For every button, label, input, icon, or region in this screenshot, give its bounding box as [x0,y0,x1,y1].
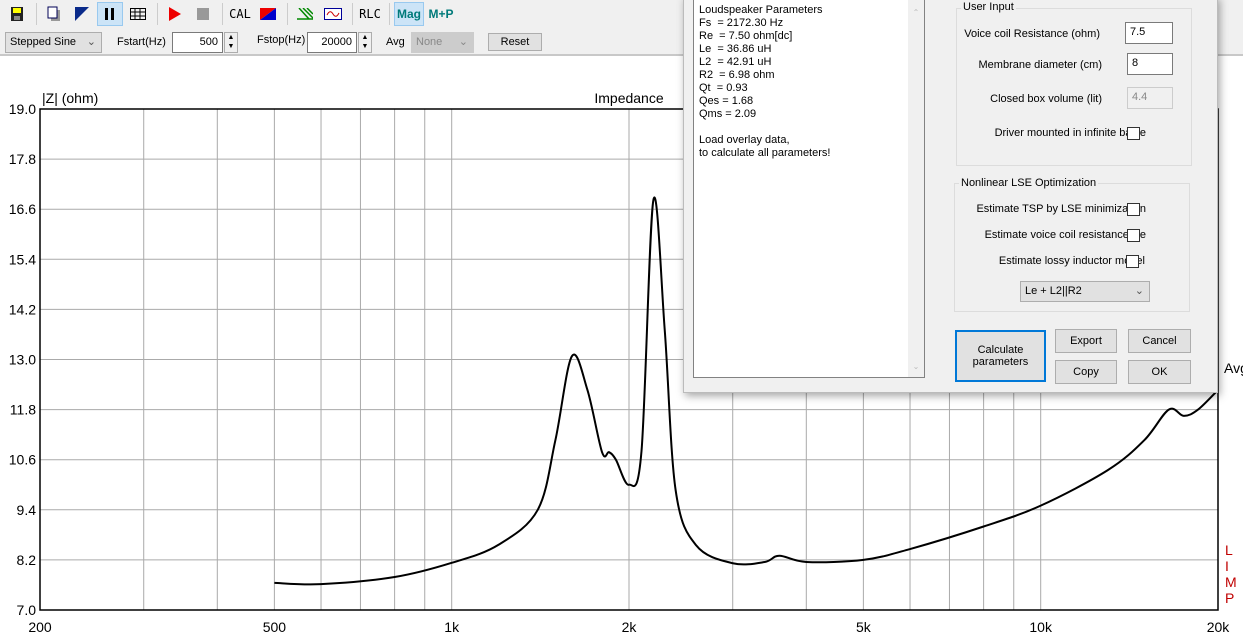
avg-select[interactable]: None ⌄ [411,32,474,53]
waveform-button[interactable] [320,2,346,26]
lse-lossy-label: Estimate lossy inductor model [998,255,1145,267]
diam-label: Membrane diameter (cm) [978,59,1102,71]
stop-button[interactable] [190,2,216,26]
mode-label: LIMP [1225,542,1237,606]
new-document-button[interactable] [41,2,67,26]
reset-button[interactable]: Reset [488,33,542,51]
play-button[interactable] [162,2,188,26]
results-text: Loudspeaker Parameters Fs = 2172.30 Hz R… [699,4,831,159]
y-tick-label: 10.6 [9,452,36,468]
x-tick-label: 10k [1029,619,1053,635]
x-tick-label: 200 [28,619,52,635]
chevron-down-icon: ⌄ [458,36,468,48]
x-tick-label: 20k [1207,619,1231,635]
results-textbox[interactable]: Loudspeaker Parameters Fs = 2172.30 Hz R… [693,0,925,378]
fstart-spinner[interactable]: ▲ ▼ [224,32,238,53]
y-tick-label: 17.8 [9,151,36,167]
cal-button[interactable]: CAL [227,2,253,26]
chevron-down-icon: ⌄ [86,36,96,48]
y-tick-label: 15.4 [9,251,36,267]
loudspeaker-parameters-dialog: Loudspeaker Parameters Fs = 2172.30 Hz R… [683,0,1218,393]
contrast-button[interactable] [69,2,95,26]
x-tick-label: 500 [263,619,287,635]
lse-lossy-checkbox[interactable] [1126,255,1139,268]
new-document-icon [47,6,60,21]
save-icon [11,7,23,21]
calibration-color-icon [260,8,276,20]
user-input-title: User Input [961,1,1016,13]
y-tick-label: 8.2 [17,552,37,568]
calibration-color-button[interactable] [255,2,281,26]
save-button[interactable] [4,2,30,26]
x-tick-label: 2k [622,619,638,635]
vc-label: Voice coil Resistance (ohm) [964,28,1100,40]
model-select[interactable]: Le + L2||R2 ⌄ [1020,281,1150,302]
diam-input[interactable]: 8 [1127,53,1173,75]
y-tick-label: 9.4 [17,502,37,518]
calculate-parameters-button[interactable]: Calculate parameters [955,330,1046,382]
vc-input[interactable]: 7.5 [1125,22,1173,44]
cancel-button[interactable]: Cancel [1128,329,1191,353]
x-tick-label: 5k [856,619,872,635]
model-value: Le + L2||R2 [1025,285,1082,297]
y-tick-label: 13.0 [9,352,36,368]
pause-button[interactable] [97,2,123,26]
fstart-label: Fstart(Hz) [117,36,166,48]
stop-icon [197,8,209,20]
y-tick-label: 16.6 [9,201,36,217]
scrollbar[interactable]: ⌃ ⌄ [908,0,924,377]
ok-button[interactable]: OK [1128,360,1191,384]
avg-label: Avg [1224,360,1243,376]
table-icon [130,8,146,20]
chevron-down-icon: ⌄ [1134,285,1144,297]
export-button[interactable]: Export [1055,329,1117,353]
mode-value: Stepped Sine [10,36,77,48]
filter-icon [297,8,313,20]
fstop-label: Fstop(Hz) [257,34,306,46]
x-tick-label: 1k [444,619,460,635]
avg-value: None [416,36,443,48]
rlc-button[interactable]: RLC [357,2,383,26]
fstop-input[interactable]: 20000 [307,32,357,53]
copy-button[interactable]: Copy [1055,360,1117,384]
mode-select[interactable]: Stepped Sine ⌄ [5,32,102,53]
fstart-input[interactable]: 500 [172,32,223,53]
y-tick-label: 11.8 [10,402,36,418]
mag-button[interactable]: Mag [394,2,424,26]
fstop-spinner[interactable]: ▲ ▼ [358,32,372,53]
contrast-icon [75,7,89,21]
chart-title: Impedance [594,90,663,106]
y-tick-label: 14.2 [9,301,36,317]
avg-label: Avg [386,36,405,48]
lse-re-checkbox[interactable] [1127,229,1140,242]
lse-tsp-label: Estimate TSP by LSE minimization [976,203,1146,215]
filter-button[interactable] [292,2,318,26]
baffle-label: Driver mounted in infinite baffle [994,127,1146,139]
box-label: Closed box volume (lit) [990,93,1102,105]
y-tick-label: 19.0 [9,101,36,117]
lse-title: Nonlinear LSE Optimization [959,177,1099,189]
box-input: 4.4 [1127,87,1173,109]
baffle-checkbox[interactable] [1127,127,1140,140]
play-icon [169,7,181,21]
mag-phase-button[interactable]: M+P [426,2,456,26]
lse-tsp-checkbox[interactable] [1127,203,1140,216]
table-button[interactable] [125,2,151,26]
pause-icon [105,8,114,20]
waveform-icon [324,8,342,20]
lse-re-label: Estimate voice coil resistance Re [984,229,1146,241]
y-axis-label: |Z| (ohm) [42,90,98,106]
y-tick-label: 7.0 [17,602,37,618]
